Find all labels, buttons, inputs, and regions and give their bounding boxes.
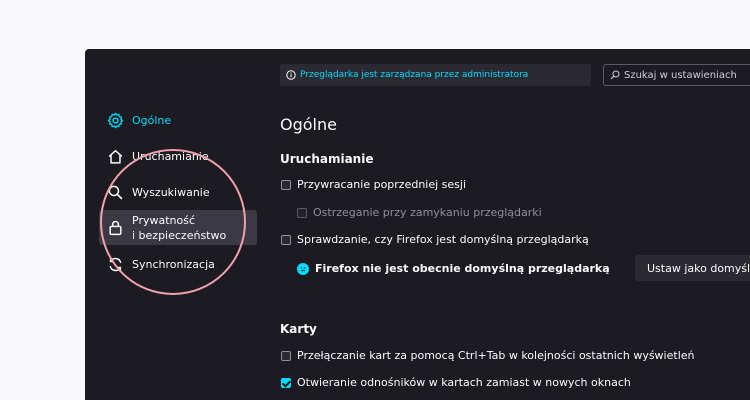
- info-icon: [286, 70, 296, 80]
- warn-on-quit-checkbox: [297, 207, 307, 218]
- default-status-text: Firefox nie jest obecnie domyślną przegl…: [315, 262, 610, 275]
- sidebar-item-startup[interactable]: Uruchamianie: [107, 148, 209, 165]
- sidebar-item-general[interactable]: Ogólne: [107, 112, 171, 129]
- policy-notice-text[interactable]: Przeglądarka jest zarządzana przez admin…: [300, 70, 528, 80]
- preferences-window: Przeglądarka jest zarządzana przez admin…: [85, 49, 750, 400]
- sidebar-item-privacy[interactable]: Prywatność i bezpieczeństwo: [99, 210, 257, 245]
- restore-session-option[interactable]: Przywracanie poprzedniej sesji: [281, 178, 466, 191]
- gear-icon: [107, 112, 124, 129]
- sidebar-item-label-line1: Prywatność: [132, 213, 196, 227]
- sidebar-item-sync[interactable]: Synchronizacja: [107, 256, 215, 273]
- page-title: Ogólne: [280, 115, 337, 134]
- check-default-label[interactable]: Sprawdzanie, czy Firefox jest domyślną p…: [297, 233, 589, 246]
- warn-on-quit-label: Ostrzeganie przy zamykaniu przeglądarki: [313, 206, 542, 219]
- open-links-in-tabs-checkbox[interactable]: [281, 377, 291, 388]
- ctrl-tab-option[interactable]: Przełączanie kart za pomocą Ctrl+Tab w k…: [281, 349, 695, 362]
- lock-icon: [109, 220, 122, 236]
- tabs-heading: Karty: [280, 322, 317, 336]
- sync-icon: [109, 257, 122, 272]
- sidebar-item-label: Prywatność i bezpieczeństwo: [132, 213, 226, 243]
- check-default-option[interactable]: Sprawdzanie, czy Firefox jest domyślną p…: [281, 233, 589, 246]
- sidebar-item-label: Synchronizacja: [132, 258, 215, 271]
- set-default-button[interactable]: Ustaw jako domyślną: [635, 255, 750, 281]
- ctrl-tab-checkbox[interactable]: [281, 350, 291, 361]
- sidebar-item-label: Ogólne: [132, 114, 172, 127]
- default-browser-status: Firefox nie jest obecnie domyślną przegl…: [297, 262, 610, 275]
- search-icon: [610, 70, 620, 80]
- home-icon: [108, 149, 123, 164]
- sidebar-item-search[interactable]: Wyszukiwanie: [107, 184, 210, 201]
- search-placeholder: Szukaj w ustawieniach: [624, 69, 737, 81]
- warn-on-quit-option: Ostrzeganie przy zamykaniu przeglądarki: [297, 206, 542, 219]
- ctrl-tab-label[interactable]: Przełączanie kart za pomocą Ctrl+Tab w k…: [297, 349, 695, 362]
- open-links-in-tabs-label[interactable]: Otwieranie odnośników w kartach zamiast …: [297, 376, 631, 389]
- settings-search-input[interactable]: Szukaj w ustawieniach: [603, 64, 750, 86]
- sidebar-item-label: Wyszukiwanie: [132, 186, 210, 199]
- restore-session-label[interactable]: Przywracanie poprzedniej sesji: [297, 178, 466, 191]
- policy-notice[interactable]: Przeglądarka jest zarządzana przez admin…: [280, 64, 591, 86]
- search-icon: [108, 185, 123, 200]
- restore-session-checkbox[interactable]: [281, 179, 291, 190]
- sidebar-item-label: Uruchamianie: [132, 150, 209, 163]
- check-default-checkbox[interactable]: [281, 234, 291, 245]
- startup-heading: Uruchamianie: [280, 152, 374, 166]
- open-links-in-tabs-option[interactable]: Otwieranie odnośników w kartach zamiast …: [281, 376, 631, 389]
- info-icon: [297, 262, 309, 275]
- sidebar-item-label-line2: i bezpieczeństwo: [132, 228, 227, 242]
